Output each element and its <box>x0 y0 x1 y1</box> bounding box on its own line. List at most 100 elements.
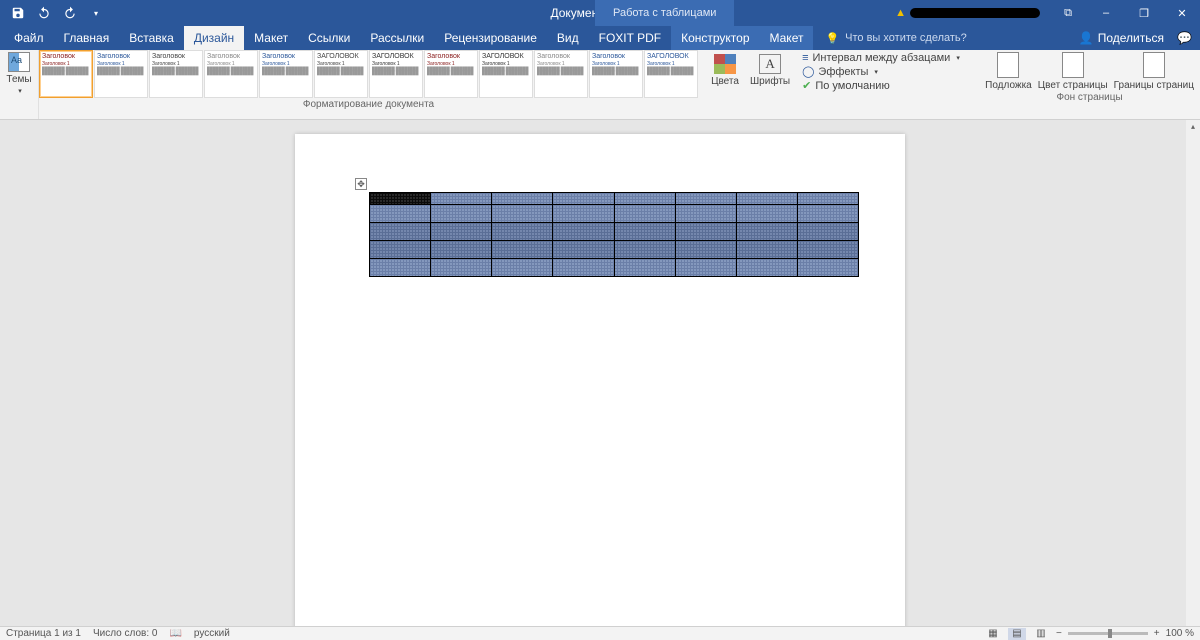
vertical-scrollbar[interactable]: ▴ <box>1186 120 1200 626</box>
redo-button[interactable] <box>58 1 82 25</box>
style-card[interactable]: ЗаголовокЗаголовок 1████████ ████████ ██… <box>424 50 478 98</box>
table-cell[interactable] <box>370 223 431 241</box>
table-cell[interactable] <box>614 205 675 223</box>
share-button[interactable]: 👤 Поделиться <box>1079 31 1164 45</box>
qat-customize-button[interactable]: ▾ <box>84 1 108 25</box>
table-cell[interactable] <box>675 241 736 259</box>
spellcheck-icon[interactable]: 📖 <box>169 628 181 639</box>
table-cell[interactable] <box>370 205 431 223</box>
set-default-button[interactable]: ✔По умолчанию <box>802 79 960 92</box>
style-card[interactable]: ЗаголовокЗаголовок 1████████ ████████ ██… <box>149 50 203 98</box>
zoom-level[interactable]: 100 % <box>1166 628 1194 639</box>
maximize-button[interactable]: ❐ <box>1126 0 1162 26</box>
page-number-status[interactable]: Страница 1 из 1 <box>6 628 81 639</box>
style-card[interactable]: ЗАГОЛОВОКЗаголовок 1████████ ████████ ██… <box>644 50 698 98</box>
tab-references[interactable]: Ссылки <box>298 26 360 50</box>
tab-table-layout[interactable]: Макет <box>760 26 814 50</box>
table-cell[interactable] <box>431 259 492 277</box>
document-table[interactable] <box>369 192 859 277</box>
language-status[interactable]: русский <box>194 628 230 639</box>
colors-button[interactable]: Цвета <box>706 54 744 87</box>
table-cell[interactable] <box>614 241 675 259</box>
page-color-button[interactable]: Цвет страницы <box>1038 52 1108 91</box>
word-count-status[interactable]: Число слов: 0 <box>93 628 157 639</box>
table-cell[interactable] <box>614 193 675 205</box>
tell-me-search[interactable]: 💡 Что вы хотите сделать? <box>825 32 966 45</box>
account-warning[interactable]: ▲ <box>895 7 1040 19</box>
tab-foxit[interactable]: FOXIT PDF <box>589 26 671 50</box>
table-cell[interactable] <box>736 241 797 259</box>
style-card[interactable]: ЗаголовокЗаголовок 1████████ ████████ ██… <box>589 50 643 98</box>
table-cell[interactable] <box>431 241 492 259</box>
style-gallery[interactable]: ЗаголовокЗаголовок 1████████ ████████ ██… <box>39 50 698 98</box>
zoom-out-button[interactable]: − <box>1056 628 1062 639</box>
table-cell[interactable] <box>431 223 492 241</box>
effects-button[interactable]: ◯Эффекты▾ <box>802 65 960 78</box>
style-card[interactable]: ЗаголовокЗаголовок 1████████ ████████ ██… <box>534 50 588 98</box>
table-cell[interactable] <box>492 193 553 205</box>
style-card[interactable]: ЗаголовокЗаголовок 1████████ ████████ ██… <box>259 50 313 98</box>
tab-view[interactable]: Вид <box>547 26 589 50</box>
table-cell[interactable] <box>431 193 492 205</box>
tab-home[interactable]: Главная <box>54 26 120 50</box>
table-cell[interactable] <box>370 193 431 205</box>
table-cell[interactable] <box>370 259 431 277</box>
read-mode-button[interactable]: ▦ <box>984 628 1002 640</box>
tab-review[interactable]: Рецензирование <box>434 26 547 50</box>
table-cell[interactable] <box>553 241 614 259</box>
table-cell[interactable] <box>492 223 553 241</box>
table-cell[interactable] <box>797 223 858 241</box>
table-cell[interactable] <box>614 259 675 277</box>
ribbon-display-button[interactable]: ⧉ <box>1050 0 1086 26</box>
table-cell[interactable] <box>736 259 797 277</box>
undo-button[interactable] <box>32 1 56 25</box>
scroll-up-button[interactable]: ▴ <box>1186 120 1200 134</box>
table-cell[interactable] <box>553 259 614 277</box>
table-cell[interactable] <box>431 205 492 223</box>
tab-constructor[interactable]: Конструктор <box>671 26 759 50</box>
table-cell[interactable] <box>675 193 736 205</box>
tab-mailings[interactable]: Рассылки <box>360 26 434 50</box>
table-cell[interactable] <box>797 241 858 259</box>
document-canvas[interactable]: ✥ <box>0 120 1200 626</box>
table-cell[interactable] <box>736 223 797 241</box>
fonts-button[interactable]: A Шрифты <box>750 54 790 87</box>
zoom-slider[interactable] <box>1068 632 1148 635</box>
tab-insert[interactable]: Вставка <box>119 26 184 50</box>
style-card[interactable]: ЗАГОЛОВОКЗаголовок 1████████ ████████ ██… <box>314 50 368 98</box>
table-cell[interactable] <box>553 193 614 205</box>
table-cell[interactable] <box>675 205 736 223</box>
table-cell[interactable] <box>614 223 675 241</box>
paragraph-spacing-button[interactable]: ≡Интервал между абзацами▾ <box>802 52 960 64</box>
tab-design[interactable]: Дизайн <box>184 26 244 50</box>
table-cell[interactable] <box>797 205 858 223</box>
tab-file[interactable]: Файл <box>4 26 54 50</box>
zoom-in-button[interactable]: + <box>1154 628 1160 639</box>
comments-button[interactable]: 💬 <box>1177 31 1192 45</box>
table-cell[interactable] <box>492 259 553 277</box>
page-borders-button[interactable]: Границы страниц <box>1114 52 1194 91</box>
table-cell[interactable] <box>370 241 431 259</box>
table-cell[interactable] <box>736 193 797 205</box>
themes-button[interactable]: Темы ▾ <box>4 52 34 95</box>
close-button[interactable]: ✕ <box>1164 0 1200 26</box>
style-card[interactable]: ЗаголовокЗаголовок 1████████ ████████ ██… <box>204 50 258 98</box>
style-card[interactable]: ЗАГОЛОВОКЗаголовок 1████████ ████████ ██… <box>479 50 533 98</box>
page[interactable]: ✥ <box>295 134 905 626</box>
style-card[interactable]: ЗаголовокЗаголовок 1████████ ████████ ██… <box>39 50 93 98</box>
table-cell[interactable] <box>492 241 553 259</box>
table-cell[interactable] <box>675 259 736 277</box>
save-button[interactable] <box>6 1 30 25</box>
web-layout-button[interactable]: ▥ <box>1032 628 1050 640</box>
table-cell[interactable] <box>797 259 858 277</box>
table-cell[interactable] <box>675 223 736 241</box>
print-layout-button[interactable]: ▤ <box>1008 628 1026 640</box>
table-move-handle[interactable]: ✥ <box>355 178 367 190</box>
watermark-button[interactable]: Подложка <box>985 52 1032 91</box>
table-cell[interactable] <box>797 193 858 205</box>
table-cell[interactable] <box>492 205 553 223</box>
table-cell[interactable] <box>553 205 614 223</box>
tab-layout[interactable]: Макет <box>244 26 298 50</box>
table-cell[interactable] <box>736 205 797 223</box>
table-cell[interactable] <box>553 223 614 241</box>
